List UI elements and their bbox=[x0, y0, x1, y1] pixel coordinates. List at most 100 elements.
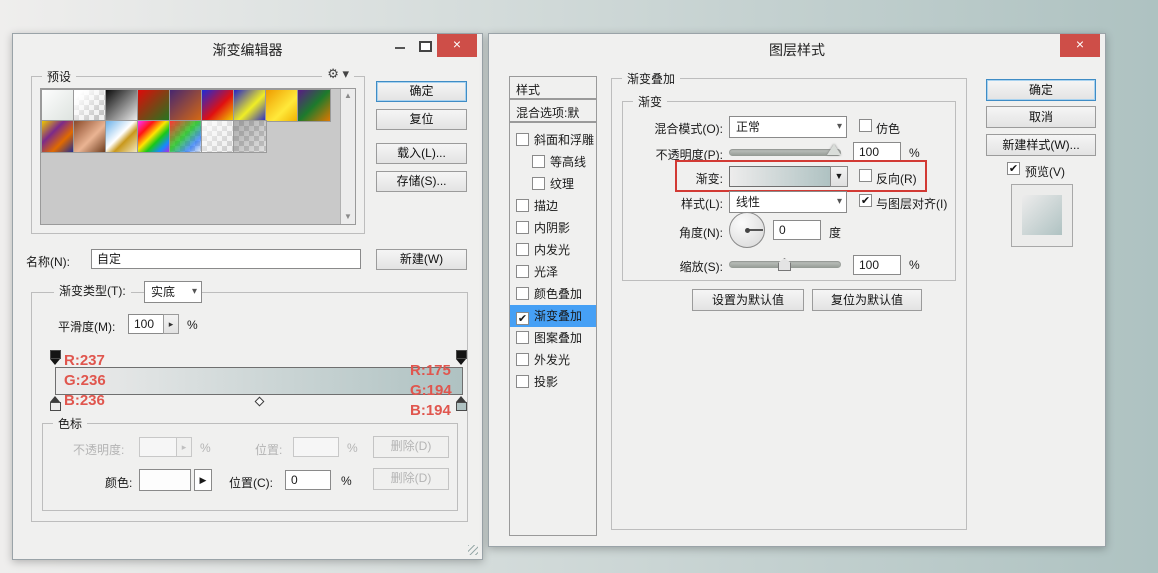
close-icon[interactable]: × bbox=[437, 34, 477, 57]
gradient-preset-swatch[interactable] bbox=[74, 121, 106, 152]
sidebar-item-图案叠加[interactable]: 图案叠加 bbox=[510, 327, 596, 349]
rgb-annotation-line: R:237 bbox=[64, 351, 106, 371]
layer-style-titlebar[interactable]: 图层样式 × bbox=[489, 34, 1105, 60]
stop-color-arrow-icon[interactable]: ▶ bbox=[194, 469, 212, 491]
gradient-preset-swatch[interactable] bbox=[42, 121, 74, 152]
gradient-picker-dropdown-icon[interactable]: ▼ bbox=[830, 166, 848, 187]
sidebar-blending-options[interactable]: 混合选项:默认 bbox=[509, 99, 597, 122]
rgb-annotation-line: B:236 bbox=[64, 391, 106, 411]
angle-input[interactable]: 0 bbox=[773, 220, 821, 240]
reverse-checkbox[interactable] bbox=[859, 169, 872, 182]
reset-button[interactable]: 复位 bbox=[376, 109, 467, 130]
scroll-up-icon[interactable]: ▲ bbox=[341, 89, 355, 103]
rgb-annotation-line: R:175 bbox=[410, 361, 452, 381]
opacity-slider-thumb[interactable] bbox=[827, 144, 841, 155]
new-gradient-button[interactable]: 新建(W) bbox=[376, 249, 467, 270]
dither-checkbox[interactable] bbox=[859, 119, 872, 132]
gradient-preview-bar[interactable] bbox=[55, 367, 463, 395]
ok-button[interactable]: 确定 bbox=[376, 81, 467, 102]
opacity-stop-left[interactable] bbox=[50, 350, 61, 365]
checked-checkbox[interactable]: ✔ bbox=[516, 312, 529, 325]
gradient-preset-swatch[interactable] bbox=[202, 121, 234, 152]
sidebar-styles-header[interactable]: 样式 bbox=[509, 76, 597, 99]
angle-dial[interactable] bbox=[729, 212, 765, 248]
scale-input[interactable]: 100 bbox=[853, 255, 901, 275]
unchecked-checkbox[interactable] bbox=[516, 265, 529, 278]
sidebar-item-投影[interactable]: 投影 bbox=[510, 371, 596, 393]
sidebar-item-渐变叠加[interactable]: ✔ 渐变叠加 bbox=[510, 305, 596, 327]
cancel-button[interactable]: 取消 bbox=[986, 106, 1096, 128]
gradient-editor-titlebar[interactable]: 渐变编辑器 × bbox=[13, 34, 482, 60]
gradient-preset-swatch[interactable] bbox=[106, 121, 138, 152]
unchecked-checkbox[interactable] bbox=[516, 221, 529, 234]
stop-opacity-percent: % bbox=[200, 441, 211, 455]
preview-checkbox[interactable]: ✔ bbox=[1007, 162, 1020, 175]
color-stop-left[interactable] bbox=[50, 396, 61, 411]
sidebar-item-内发光[interactable]: 内发光 bbox=[510, 239, 596, 261]
gradient-subgroup-title: 渐变 bbox=[633, 93, 667, 110]
gradient-preset-swatch[interactable] bbox=[106, 90, 138, 121]
unchecked-checkbox[interactable] bbox=[516, 287, 529, 300]
unchecked-checkbox[interactable] bbox=[516, 375, 529, 388]
unchecked-checkbox[interactable] bbox=[532, 155, 545, 168]
sidebar-item-光泽[interactable]: 光泽 bbox=[510, 261, 596, 283]
resize-grip[interactable] bbox=[468, 545, 478, 555]
scale-slider-thumb[interactable] bbox=[778, 258, 791, 271]
unchecked-checkbox[interactable] bbox=[516, 331, 529, 344]
unchecked-checkbox[interactable] bbox=[532, 177, 545, 190]
align-with-layer-checkbox[interactable]: ✔ bbox=[859, 194, 872, 207]
load-button[interactable]: 载入(L)... bbox=[376, 143, 467, 164]
new-style-button[interactable]: 新建样式(W)... bbox=[986, 134, 1096, 156]
gradient-preset-swatch[interactable] bbox=[266, 90, 298, 121]
smoothness-spinner-icon[interactable]: ▸ bbox=[163, 314, 179, 334]
unchecked-checkbox[interactable] bbox=[516, 133, 529, 146]
preset-scrollbar[interactable]: ▲ ▼ bbox=[340, 89, 355, 224]
set-default-button[interactable]: 设置为默认值 bbox=[692, 289, 804, 311]
maximize-button[interactable] bbox=[419, 41, 432, 52]
unchecked-checkbox[interactable] bbox=[516, 243, 529, 256]
reset-default-button[interactable]: 复位为默认值 bbox=[812, 289, 922, 311]
save-button[interactable]: 存储(S)... bbox=[376, 171, 467, 192]
gradient-picker-swatch[interactable] bbox=[729, 166, 831, 187]
delete-color-stop-button: 删除(D) bbox=[373, 468, 449, 490]
sidebar-item-颜色叠加[interactable]: 颜色叠加 bbox=[510, 283, 596, 305]
gradient-type-select[interactable]: 实底 ▾ bbox=[144, 281, 202, 303]
unchecked-checkbox[interactable] bbox=[516, 353, 529, 366]
gradient-preset-swatch[interactable] bbox=[234, 121, 266, 152]
ok-button[interactable]: 确定 bbox=[986, 79, 1096, 101]
gradient-preset-swatch[interactable] bbox=[234, 90, 266, 121]
gradient-preset-swatch[interactable] bbox=[138, 90, 170, 121]
gradient-preset-swatch[interactable] bbox=[74, 90, 106, 121]
gradient-preset-swatch[interactable] bbox=[298, 90, 330, 121]
sidebar-item-内阴影[interactable]: 内阴影 bbox=[510, 217, 596, 239]
midpoint-diamond[interactable] bbox=[255, 397, 265, 407]
gradient-preset-swatch[interactable] bbox=[42, 90, 74, 121]
close-icon[interactable]: × bbox=[1060, 34, 1100, 57]
preset-grid bbox=[42, 90, 332, 152]
blend-mode-select[interactable]: 正常 ▾ bbox=[729, 116, 847, 138]
gradient-preset-swatch[interactable] bbox=[170, 121, 202, 152]
sidebar-item-label: 渐变叠加 bbox=[534, 309, 582, 323]
name-input[interactable]: 自定 bbox=[91, 249, 361, 269]
sidebar-item-斜面和浮雕[interactable]: 斜面和浮雕 bbox=[510, 129, 596, 151]
gradient-preset-swatch[interactable] bbox=[138, 121, 170, 152]
sidebar-item-纹理[interactable]: 纹理 bbox=[510, 173, 596, 195]
sidebar-item-label: 描边 bbox=[534, 199, 558, 213]
gradient-preset-swatch[interactable] bbox=[202, 90, 234, 121]
sidebar-item-外发光[interactable]: 外发光 bbox=[510, 349, 596, 371]
color-stop-right[interactable] bbox=[456, 396, 467, 411]
gear-icon[interactable]: ⚙ ▾ bbox=[322, 66, 354, 82]
smoothness-input[interactable]: 100 bbox=[128, 314, 164, 334]
opacity-slider[interactable] bbox=[729, 149, 841, 156]
gradient-preset-swatch[interactable] bbox=[170, 90, 202, 121]
minimize-button[interactable] bbox=[393, 38, 407, 52]
sidebar-item-等高线[interactable]: 等高线 bbox=[510, 151, 596, 173]
stop-position-c-input[interactable]: 0 bbox=[285, 470, 331, 490]
opacity-stop-right[interactable] bbox=[456, 350, 467, 365]
unchecked-checkbox[interactable] bbox=[516, 199, 529, 212]
sidebar-item-描边[interactable]: 描边 bbox=[510, 195, 596, 217]
style-select[interactable]: 线性 ▾ bbox=[729, 191, 847, 213]
stop-color-swatch[interactable] bbox=[139, 469, 191, 491]
opacity-input[interactable]: 100 bbox=[853, 142, 901, 162]
scroll-down-icon[interactable]: ▼ bbox=[341, 210, 355, 224]
